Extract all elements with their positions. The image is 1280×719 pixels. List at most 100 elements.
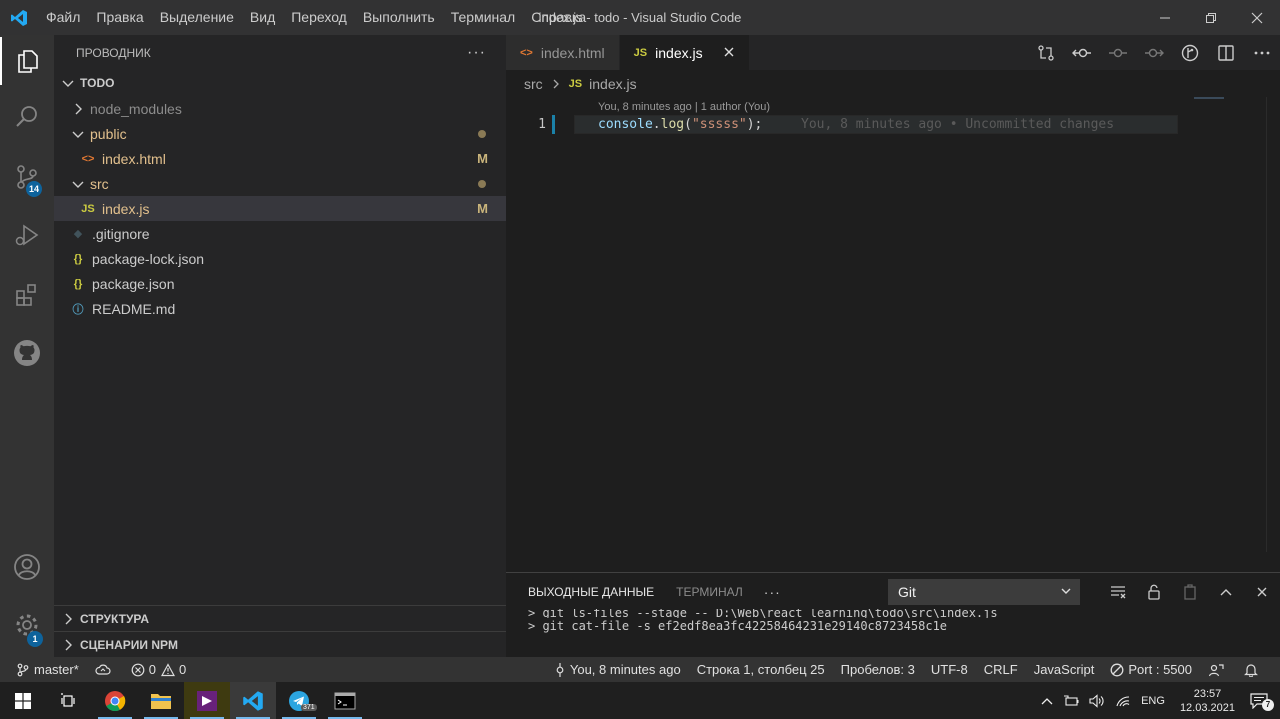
close-icon xyxy=(1251,12,1263,23)
tab-index-js[interactable]: JS index.js xyxy=(619,35,750,70)
maximize-panel-button[interactable] xyxy=(1208,573,1244,611)
breadcrumb-file[interactable]: index.js xyxy=(589,76,636,92)
editor-scrollbar[interactable] xyxy=(1266,97,1280,552)
language-mode[interactable]: JavaScript xyxy=(1026,657,1103,682)
action-center-button[interactable]: 7 xyxy=(1245,692,1280,711)
clear-output-button[interactable] xyxy=(1100,573,1136,611)
tab-terminal[interactable]: ТЕРМИНАЛ xyxy=(665,573,754,611)
next-revision-button[interactable] xyxy=(1136,35,1172,70)
input-language[interactable]: ENG xyxy=(1136,695,1170,707)
tree-item-node-modules[interactable]: node_modules xyxy=(54,96,506,121)
taskbar-telegram[interactable]: 371 xyxy=(276,682,322,719)
lock-scroll-button[interactable] xyxy=(1136,573,1172,611)
taskbar-chrome[interactable] xyxy=(92,682,138,719)
close-tab-button[interactable] xyxy=(723,45,735,61)
taskbar-clock[interactable]: 23:57 12.03.2021 xyxy=(1170,687,1245,715)
git-status-badge: M xyxy=(477,201,488,216)
menu-edit[interactable]: Правка xyxy=(88,0,151,35)
title-bar: Файл Правка Выделение Вид Переход Выполн… xyxy=(0,0,1280,35)
explorer-more-button[interactable]: ··· xyxy=(467,35,486,70)
explorer-activity[interactable] xyxy=(0,37,54,85)
open-file-icon xyxy=(1184,584,1196,600)
cursor-position[interactable]: Строка 1, столбец 25 xyxy=(689,657,833,682)
tray-overflow-button[interactable] xyxy=(1036,696,1058,706)
menu-terminal[interactable]: Терминал xyxy=(443,0,523,35)
menu-selection[interactable]: Выделение xyxy=(152,0,242,35)
current-revision-button[interactable] xyxy=(1100,35,1136,70)
restore-button[interactable] xyxy=(1188,0,1234,35)
extensions-activity[interactable] xyxy=(0,271,54,319)
notifications-button[interactable] xyxy=(1236,657,1280,682)
accounts-activity[interactable] xyxy=(0,543,54,591)
run-debug-activity[interactable] xyxy=(0,211,54,259)
tab-index-html[interactable]: <> index.html xyxy=(506,35,620,70)
manage-activity[interactable]: 1 xyxy=(0,601,54,649)
menu-help[interactable]: Справка xyxy=(523,0,594,35)
workspace-root[interactable]: TODO xyxy=(54,70,506,96)
tree-item-public[interactable]: public xyxy=(54,121,506,146)
minimap[interactable] xyxy=(1194,97,1224,99)
encoding-status[interactable]: UTF-8 xyxy=(923,657,976,682)
previous-revision-button[interactable] xyxy=(1064,35,1100,70)
folder-icon xyxy=(151,693,171,709)
tree-item-label: package.json xyxy=(92,275,175,292)
code-text: console.log("sssss"); xyxy=(598,115,762,134)
taskbar-visual-studio[interactable] xyxy=(184,682,230,719)
task-view-button[interactable] xyxy=(46,682,92,719)
sync-status[interactable] xyxy=(87,657,123,682)
more-actions-button[interactable] xyxy=(1244,35,1280,70)
tree-item-index-js[interactable]: JS index.js M xyxy=(54,196,506,221)
panel-more-button[interactable]: ··· xyxy=(754,584,791,600)
branch-status[interactable]: master* xyxy=(0,657,87,682)
tree-item-package-lock-json[interactable]: {} package-lock.json xyxy=(54,246,506,271)
blame-status[interactable]: You, 8 minutes ago xyxy=(546,657,689,682)
github-activity[interactable] xyxy=(0,329,54,377)
eol-status[interactable]: CRLF xyxy=(976,657,1026,682)
output-channel-select[interactable]: Git xyxy=(888,579,1080,605)
start-button[interactable] xyxy=(0,682,46,719)
open-log-button[interactable] xyxy=(1172,573,1208,611)
minimize-button[interactable] xyxy=(1142,0,1188,35)
problems-status[interactable]: 0 0 xyxy=(123,657,194,682)
chevron-right-icon xyxy=(65,613,72,624)
feedback-button[interactable] xyxy=(1200,657,1236,682)
npm-scripts-section[interactable]: СЦЕНАРИИ NPM xyxy=(54,631,506,657)
open-changes-button[interactable] xyxy=(1028,35,1064,70)
menu-go[interactable]: Переход xyxy=(283,0,355,35)
tree-item-label: package-lock.json xyxy=(92,250,205,267)
taskbar-terminal[interactable] xyxy=(322,682,368,719)
breadcrumb-folder[interactable]: src xyxy=(524,76,543,92)
taskbar-explorer[interactable] xyxy=(138,682,184,719)
tree-item-src[interactable]: src xyxy=(54,171,506,196)
tree-item-gitignore[interactable]: ◆ .gitignore xyxy=(54,221,506,246)
codelens-authors[interactable]: You, 8 minutes ago | 1 author (You) xyxy=(598,101,770,113)
chevron-right-icon xyxy=(75,103,82,114)
close-window-button[interactable] xyxy=(1234,0,1280,35)
source-control-activity[interactable]: 14 xyxy=(0,153,54,201)
menu-file[interactable]: Файл xyxy=(38,0,88,35)
gitlens-button[interactable] xyxy=(1172,35,1208,70)
tree-item-label: index.html xyxy=(102,150,166,167)
tray-power[interactable] xyxy=(1058,694,1084,707)
tree-item-package-json[interactable]: {} package.json xyxy=(54,271,506,296)
tree-item-readme-md[interactable]: ⓘ README.md xyxy=(54,296,506,321)
taskbar-vscode[interactable] xyxy=(230,682,276,719)
indentation-status[interactable]: Пробелов: 3 xyxy=(833,657,923,682)
split-editor-button[interactable] xyxy=(1208,35,1244,70)
tab-output[interactable]: ВЫХОДНЫЕ ДАННЫЕ xyxy=(506,573,665,611)
search-activity[interactable] xyxy=(0,93,54,141)
unlock-icon xyxy=(1148,584,1160,600)
tray-network[interactable] xyxy=(1110,694,1136,708)
tree-item-index-html[interactable]: <> index.html M xyxy=(54,146,506,171)
error-icon xyxy=(131,663,145,676)
close-panel-button[interactable] xyxy=(1244,573,1280,611)
close-icon xyxy=(724,47,734,56)
menu-view[interactable]: Вид xyxy=(242,0,283,35)
menu-run[interactable]: Выполнить xyxy=(355,0,443,35)
live-server-status[interactable]: Port : 5500 xyxy=(1102,657,1200,682)
tray-volume[interactable] xyxy=(1084,693,1110,708)
outline-section[interactable]: СТРУКТУРА xyxy=(54,605,506,631)
code-line[interactable]: 1 console.log("sssss"); You, 8 minutes a… xyxy=(506,115,1280,135)
chevron-right-icon xyxy=(553,79,559,89)
git-commit-left-icon xyxy=(1072,48,1091,57)
